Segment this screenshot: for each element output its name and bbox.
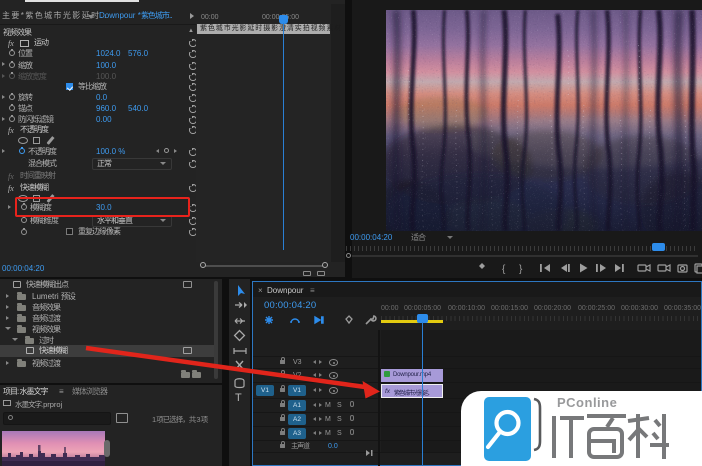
svg-text:{: { [502,264,506,275]
svg-text:}: } [519,264,523,275]
svg-text:T: T [235,392,242,403]
svg-text:PConline: PConline [557,395,617,410]
